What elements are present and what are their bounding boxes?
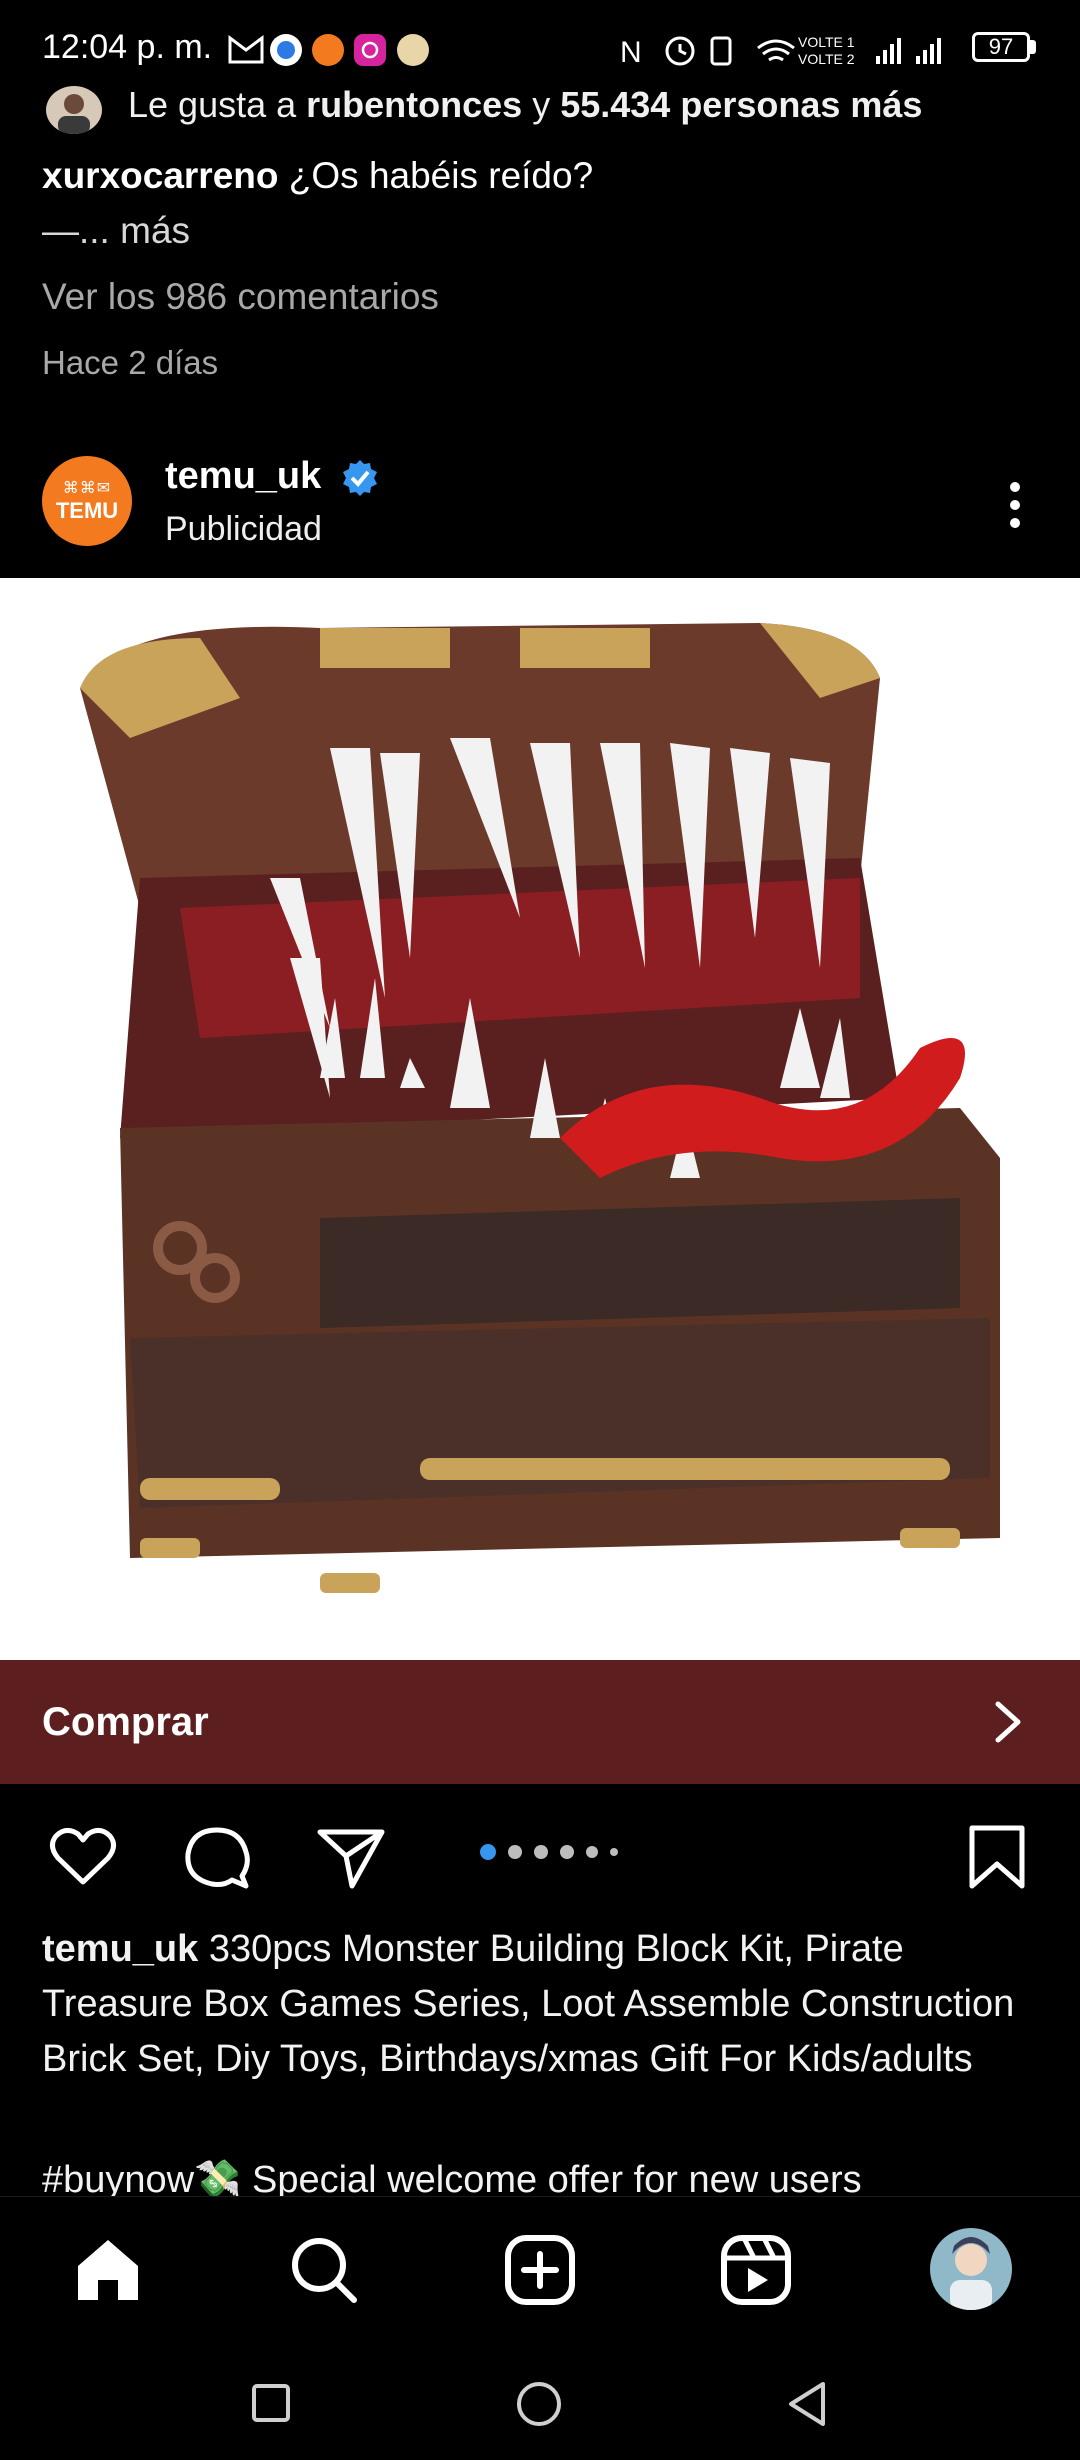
- status-notification-icons: [228, 30, 438, 70]
- home-icon[interactable]: [70, 2232, 146, 2308]
- likes-avatar[interactable]: [46, 86, 102, 134]
- battery-indicator: 97: [972, 32, 1030, 62]
- shop-now-bar[interactable]: Comprar: [0, 1660, 1080, 1784]
- add-icon[interactable]: [502, 2232, 578, 2308]
- reels-icon[interactable]: [718, 2232, 794, 2308]
- battery-tip: [1030, 40, 1036, 54]
- send-icon[interactable]: [314, 1820, 388, 1894]
- carousel-dot-active: [480, 1844, 496, 1860]
- likes-middle: y: [522, 84, 561, 125]
- caption-more-link[interactable]: —... más: [42, 210, 190, 252]
- likes-count-link[interactable]: 55.434 personas más: [560, 84, 922, 125]
- carousel-dot: [508, 1845, 522, 1859]
- heart-icon[interactable]: [46, 1820, 120, 1894]
- bookmark-icon[interactable]: [960, 1820, 1034, 1894]
- chevron-right-icon: [995, 1701, 1021, 1743]
- search-icon[interactable]: [286, 2232, 362, 2308]
- carousel-dot: [534, 1845, 548, 1859]
- signal-icon-1: [876, 38, 901, 64]
- app-icon-orange: [312, 34, 344, 66]
- temu-logo-text: TEMU: [55, 498, 119, 523]
- svg-text:VOLTE 2: VOLTE 2: [798, 51, 855, 67]
- carousel-dot: [560, 1845, 574, 1859]
- status-time: 12:04 p. m.: [42, 28, 213, 66]
- instagram-icon: [354, 34, 386, 66]
- likes-prefix: Le gusta a: [128, 84, 307, 125]
- post-timestamp: Hace 2 días: [42, 344, 219, 381]
- profile-avatar[interactable]: [930, 2228, 1012, 2310]
- status-system-icons: N VOLTE 1 VOLTE 2: [620, 30, 970, 70]
- svg-text:VOLTE 1: VOLTE 1: [798, 34, 855, 50]
- verified-badge-icon: [343, 460, 377, 496]
- post-author-avatar[interactable]: ⌘⌘✉ TEMU: [42, 456, 132, 546]
- home-button-icon[interactable]: [515, 2380, 563, 2428]
- previous-caption-text: ¿Os habéis reído?: [278, 155, 594, 196]
- temu-logo-glyphs: ⌘⌘✉: [62, 480, 112, 497]
- more-options-icon[interactable]: [1000, 475, 1030, 535]
- caption-username[interactable]: temu_uk: [42, 1928, 198, 1970]
- likes-user-link[interactable]: rubentonces: [306, 84, 522, 125]
- post-username[interactable]: temu_uk: [165, 455, 321, 498]
- sponsored-label: Publicidad: [165, 510, 322, 548]
- back-icon[interactable]: [785, 2380, 829, 2428]
- carousel-indicator: [480, 1840, 630, 1864]
- view-comments-link[interactable]: Ver los 986 comentarios: [42, 276, 439, 318]
- carousel-dot: [586, 1846, 598, 1858]
- previous-caption-user[interactable]: xurxocarreno: [42, 155, 279, 196]
- app-icon-face: [397, 34, 429, 66]
- comment-icon[interactable]: [180, 1820, 254, 1894]
- likes-summary[interactable]: Le gusta a rubentonces y 55.434 personas…: [128, 84, 1080, 134]
- signal-icon-2: [916, 38, 941, 64]
- wifi-icon: [757, 39, 795, 62]
- gmail-icon: [228, 35, 264, 64]
- nfc-icon: N: [620, 36, 642, 69]
- vibrate-icon: [710, 36, 732, 66]
- carousel-dot: [610, 1848, 618, 1856]
- previous-caption: xurxocarreno ¿Os habéis reído?: [42, 155, 593, 197]
- recents-icon[interactable]: [250, 2382, 292, 2424]
- shop-now-label: Comprar: [42, 1700, 209, 1744]
- post-caption: temu_uk 330pcs Monster Building Block Ki…: [42, 1922, 1042, 2087]
- post-image[interactable]: [0, 578, 1080, 1660]
- treasure-chest-image: [80, 623, 1000, 1593]
